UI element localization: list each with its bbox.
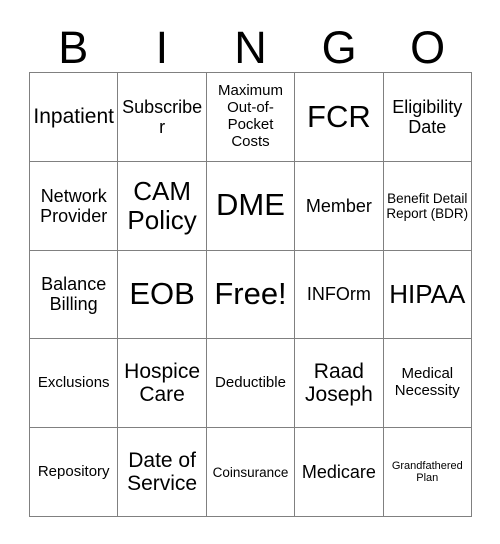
- bingo-cell-label: Deductible: [215, 373, 286, 391]
- bingo-cell[interactable]: Coinsurance: [206, 428, 296, 517]
- bingo-header-letter-g: G: [321, 22, 357, 73]
- bingo-cell[interactable]: Exclusions: [30, 339, 119, 429]
- bingo-cell-label: Exclusions: [37, 373, 110, 391]
- bingo-cell-label: Medical Necessity: [394, 365, 460, 400]
- bingo-cell-label: Eligibility Date: [392, 96, 463, 137]
- bingo-cell[interactable]: Medicare: [295, 428, 384, 517]
- bingo-cell-label: Grandfathered Plan: [391, 459, 463, 485]
- bingo-header-letter-o: O: [410, 22, 446, 73]
- bingo-cell-label: Free!: [214, 276, 287, 312]
- bingo-cell-label: INFOrm: [306, 284, 371, 305]
- bingo-cell-label: Date of Service: [127, 448, 198, 496]
- bingo-cell-label: Repository: [37, 462, 110, 480]
- bingo-header-letter-i: I: [155, 22, 169, 73]
- bingo-cell[interactable]: Grandfathered Plan: [383, 428, 472, 517]
- bingo-cell[interactable]: DME: [206, 161, 296, 251]
- bingo-cell-label: Raad Joseph: [305, 359, 373, 407]
- bingo-cell[interactable]: CAM Policy: [118, 161, 207, 251]
- bingo-cell-label: Inpatient: [33, 105, 114, 129]
- bingo-cell-free[interactable]: Free!: [206, 250, 296, 340]
- bingo-cell-label: Hospice Care: [124, 359, 201, 407]
- bingo-cell-label: DME: [216, 187, 285, 223]
- bingo-cell[interactable]: Inpatient: [30, 73, 119, 162]
- bingo-cell[interactable]: Medical Necessity: [383, 339, 472, 429]
- bingo-header-row: B I N G O: [29, 14, 472, 72]
- bingo-cell-label: Member: [305, 195, 372, 216]
- bingo-cell[interactable]: Benefit Detail Report (BDR): [383, 161, 472, 251]
- bingo-cell[interactable]: Subscriber: [118, 73, 207, 162]
- bingo-cell[interactable]: Balance Billing: [30, 250, 119, 340]
- bingo-cell-label: EOB: [129, 276, 195, 312]
- bingo-grid: Inpatient Subscriber Maximum Out-of-Pocket…: [29, 72, 472, 517]
- bingo-cell-label: HIPAA: [389, 278, 466, 309]
- bingo-cell-label: CAM Policy: [127, 175, 197, 235]
- bingo-cell-label: Subscriber: [122, 96, 203, 137]
- bingo-cell[interactable]: Hospice Care: [118, 339, 207, 429]
- bingo-cell[interactable]: FCR: [295, 73, 384, 162]
- bingo-cell[interactable]: Member: [295, 161, 384, 251]
- bingo-cell[interactable]: INFOrm: [295, 250, 384, 340]
- bingo-cell[interactable]: Eligibility Date: [383, 73, 472, 162]
- bingo-header-letter-n: N: [234, 22, 267, 73]
- bingo-header-letter-b: B: [58, 22, 89, 73]
- bingo-cell[interactable]: Raad Joseph: [295, 339, 384, 429]
- bingo-cell-label: Coinsurance: [212, 464, 289, 480]
- bingo-cell-label: FCR: [307, 98, 371, 134]
- bingo-cell[interactable]: Repository: [30, 428, 119, 517]
- bingo-cell-label: Network Provider: [40, 185, 108, 226]
- bingo-cell[interactable]: HIPAA: [383, 250, 472, 340]
- bingo-cell[interactable]: Maximum Out-of-Pocket Costs: [206, 73, 296, 162]
- bingo-cell[interactable]: Deductible: [206, 339, 296, 429]
- bingo-card: B I N G O Inpatient Subscriber Maximum Out…: [0, 0, 500, 544]
- bingo-cell[interactable]: EOB: [118, 250, 207, 340]
- bingo-cell-label: Benefit Detail Report (BDR): [386, 190, 469, 221]
- bingo-cell[interactable]: Network Provider: [30, 161, 119, 251]
- bingo-cell-label: Maximum Out-of-Pocket Costs: [217, 82, 283, 150]
- bingo-cell[interactable]: Date of Service: [118, 428, 207, 517]
- bingo-cell-label: Medicare: [301, 462, 376, 483]
- bingo-cell-label: Balance Billing: [41, 274, 107, 315]
